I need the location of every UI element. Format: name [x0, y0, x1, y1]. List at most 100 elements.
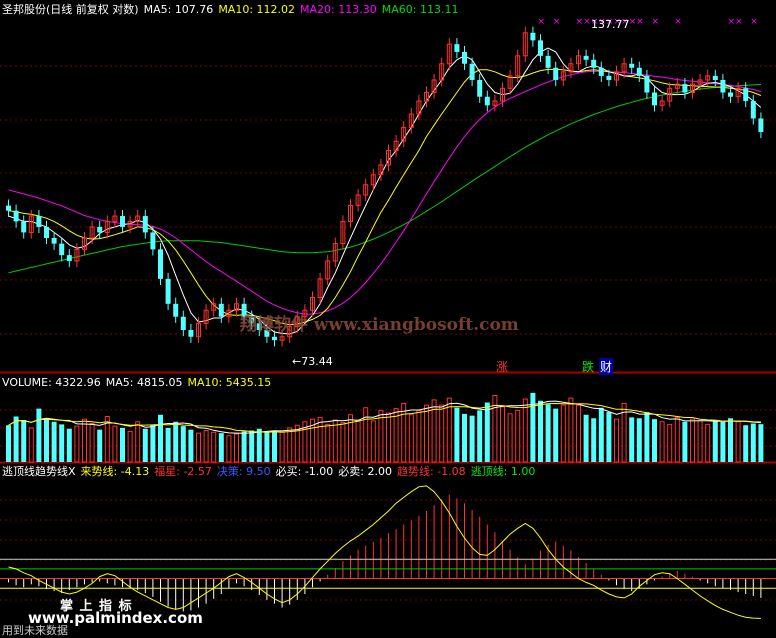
volume-bar — [59, 424, 65, 462]
volume-bar — [515, 409, 521, 463]
die-signal: 跌 — [582, 360, 595, 374]
volume-label: VOLUME: 4322.96 — [2, 376, 101, 389]
volume-bar — [363, 407, 369, 463]
volume-bar — [712, 420, 718, 462]
volume-bar — [484, 402, 490, 462]
indicator-header: 逃顶线趋势线X 来势线: -4.13 福星: -2.57 决策: 9.50 必买: -1… — [2, 465, 540, 479]
candle-body-down — [644, 75, 650, 93]
volume-bar — [165, 427, 171, 462]
volume-header: VOLUME: 4322.96 MA5: 4815.05 MA10: 5435.15 — [2, 376, 276, 390]
buy-label: 必买: -1.00 — [275, 465, 334, 478]
volume-bar — [226, 435, 232, 463]
x-marker: × — [629, 17, 637, 27]
ma10-polyline — [8, 68, 762, 326]
candle-body-down — [469, 63, 475, 80]
volume-bar — [545, 404, 551, 462]
volume-bar — [256, 428, 262, 462]
candle-body-down — [728, 92, 733, 97]
volume-bar — [340, 422, 346, 463]
escape-label: 逃顶线: 1.00 — [470, 465, 536, 478]
candle-body-down — [59, 243, 65, 256]
volume-bar — [408, 414, 414, 463]
volume-bar — [317, 416, 323, 463]
volume-bar — [720, 421, 726, 462]
volume-bar — [652, 419, 657, 462]
candle-body-down — [720, 79, 726, 93]
candle-body-down — [538, 40, 543, 56]
volume-bar — [264, 432, 270, 462]
candle-body-down — [173, 303, 179, 317]
cai-signal: 财 — [599, 358, 614, 375]
ma60-label: MA60: 113.11 — [381, 3, 459, 16]
candle-body-down — [484, 96, 490, 106]
volume-bar — [6, 425, 11, 462]
candle-body-down — [545, 55, 551, 68]
volume-bar — [758, 424, 764, 462]
volume-bar — [606, 412, 612, 462]
candle-body-down — [6, 205, 11, 211]
volume-bar — [576, 404, 581, 463]
volume-bar — [507, 413, 513, 463]
volume-bar — [241, 431, 247, 462]
volume-bar — [13, 416, 19, 462]
volume-bar — [272, 430, 277, 462]
x-marker: × — [583, 17, 591, 27]
indicator-bars — [8, 494, 762, 612]
x-marker: × — [735, 17, 743, 27]
candle-body-down — [188, 329, 194, 337]
volume-bar — [44, 418, 49, 462]
volume-bar — [454, 407, 460, 462]
volume-bar — [560, 404, 566, 463]
fu-xing-label: 福星: -2.57 — [154, 465, 212, 478]
candle-body-down — [591, 59, 597, 68]
volume-bar — [522, 398, 528, 463]
ma10-line — [8, 68, 762, 326]
x-marker: × — [538, 17, 546, 27]
volume-bar — [97, 429, 103, 462]
volume-bar — [477, 410, 483, 462]
candle-body-down — [44, 226, 49, 239]
volume-bar — [74, 425, 80, 463]
stock-name: 圣邦股份(日线 前复权 对数) — [2, 3, 139, 16]
candle-body-down — [530, 32, 536, 41]
volume-bar — [462, 413, 467, 462]
low-price-label: ←73.44 — [292, 355, 333, 368]
volume-bars — [6, 392, 764, 463]
candle-body-down — [272, 336, 277, 341]
indicator-name: 逃顶线趋势线X — [2, 465, 76, 478]
volume-bar — [196, 432, 201, 463]
volume-bar — [553, 408, 559, 462]
volume-bar — [82, 418, 87, 463]
volume-bar — [598, 407, 604, 462]
ma60-polyline — [8, 84, 761, 274]
candle-body-down — [454, 44, 460, 52]
volume-bar — [530, 392, 536, 462]
candle-body-down — [462, 51, 467, 64]
volume-bar — [614, 418, 619, 463]
volume-bar — [469, 415, 475, 462]
volume-bar — [591, 418, 597, 462]
volume-bar — [279, 431, 285, 463]
volume-bar — [249, 430, 255, 462]
ma20-line — [8, 70, 762, 315]
candle-body-down — [629, 63, 635, 68]
jue-ce-label: 决策: 9.50 — [216, 465, 271, 478]
candle-body-down — [712, 75, 718, 80]
volume-bar — [568, 397, 574, 463]
volume-bar — [188, 429, 194, 462]
stock-chart-window: × × × × × × × × × × × × × × × × 圣邦股份(日线 前复权 对数) MA5: 107… — [0, 0, 776, 638]
volume-bar — [150, 424, 156, 462]
candle-body-down — [743, 88, 749, 102]
volume-bar — [142, 428, 148, 462]
candle-body-down — [606, 75, 612, 80]
candle-body-down — [165, 278, 171, 304]
volume-bar — [424, 404, 429, 463]
volume-ma5: MA5: 4815.05 — [105, 376, 183, 389]
x-marker: × — [553, 17, 561, 27]
volume-bar — [158, 414, 163, 462]
candle-body-down — [583, 55, 589, 60]
x-marker: × — [750, 17, 758, 27]
candle-body-down — [13, 210, 19, 222]
ma10-label: MA10: 112.02 — [218, 3, 296, 16]
volume-bar — [644, 412, 650, 462]
